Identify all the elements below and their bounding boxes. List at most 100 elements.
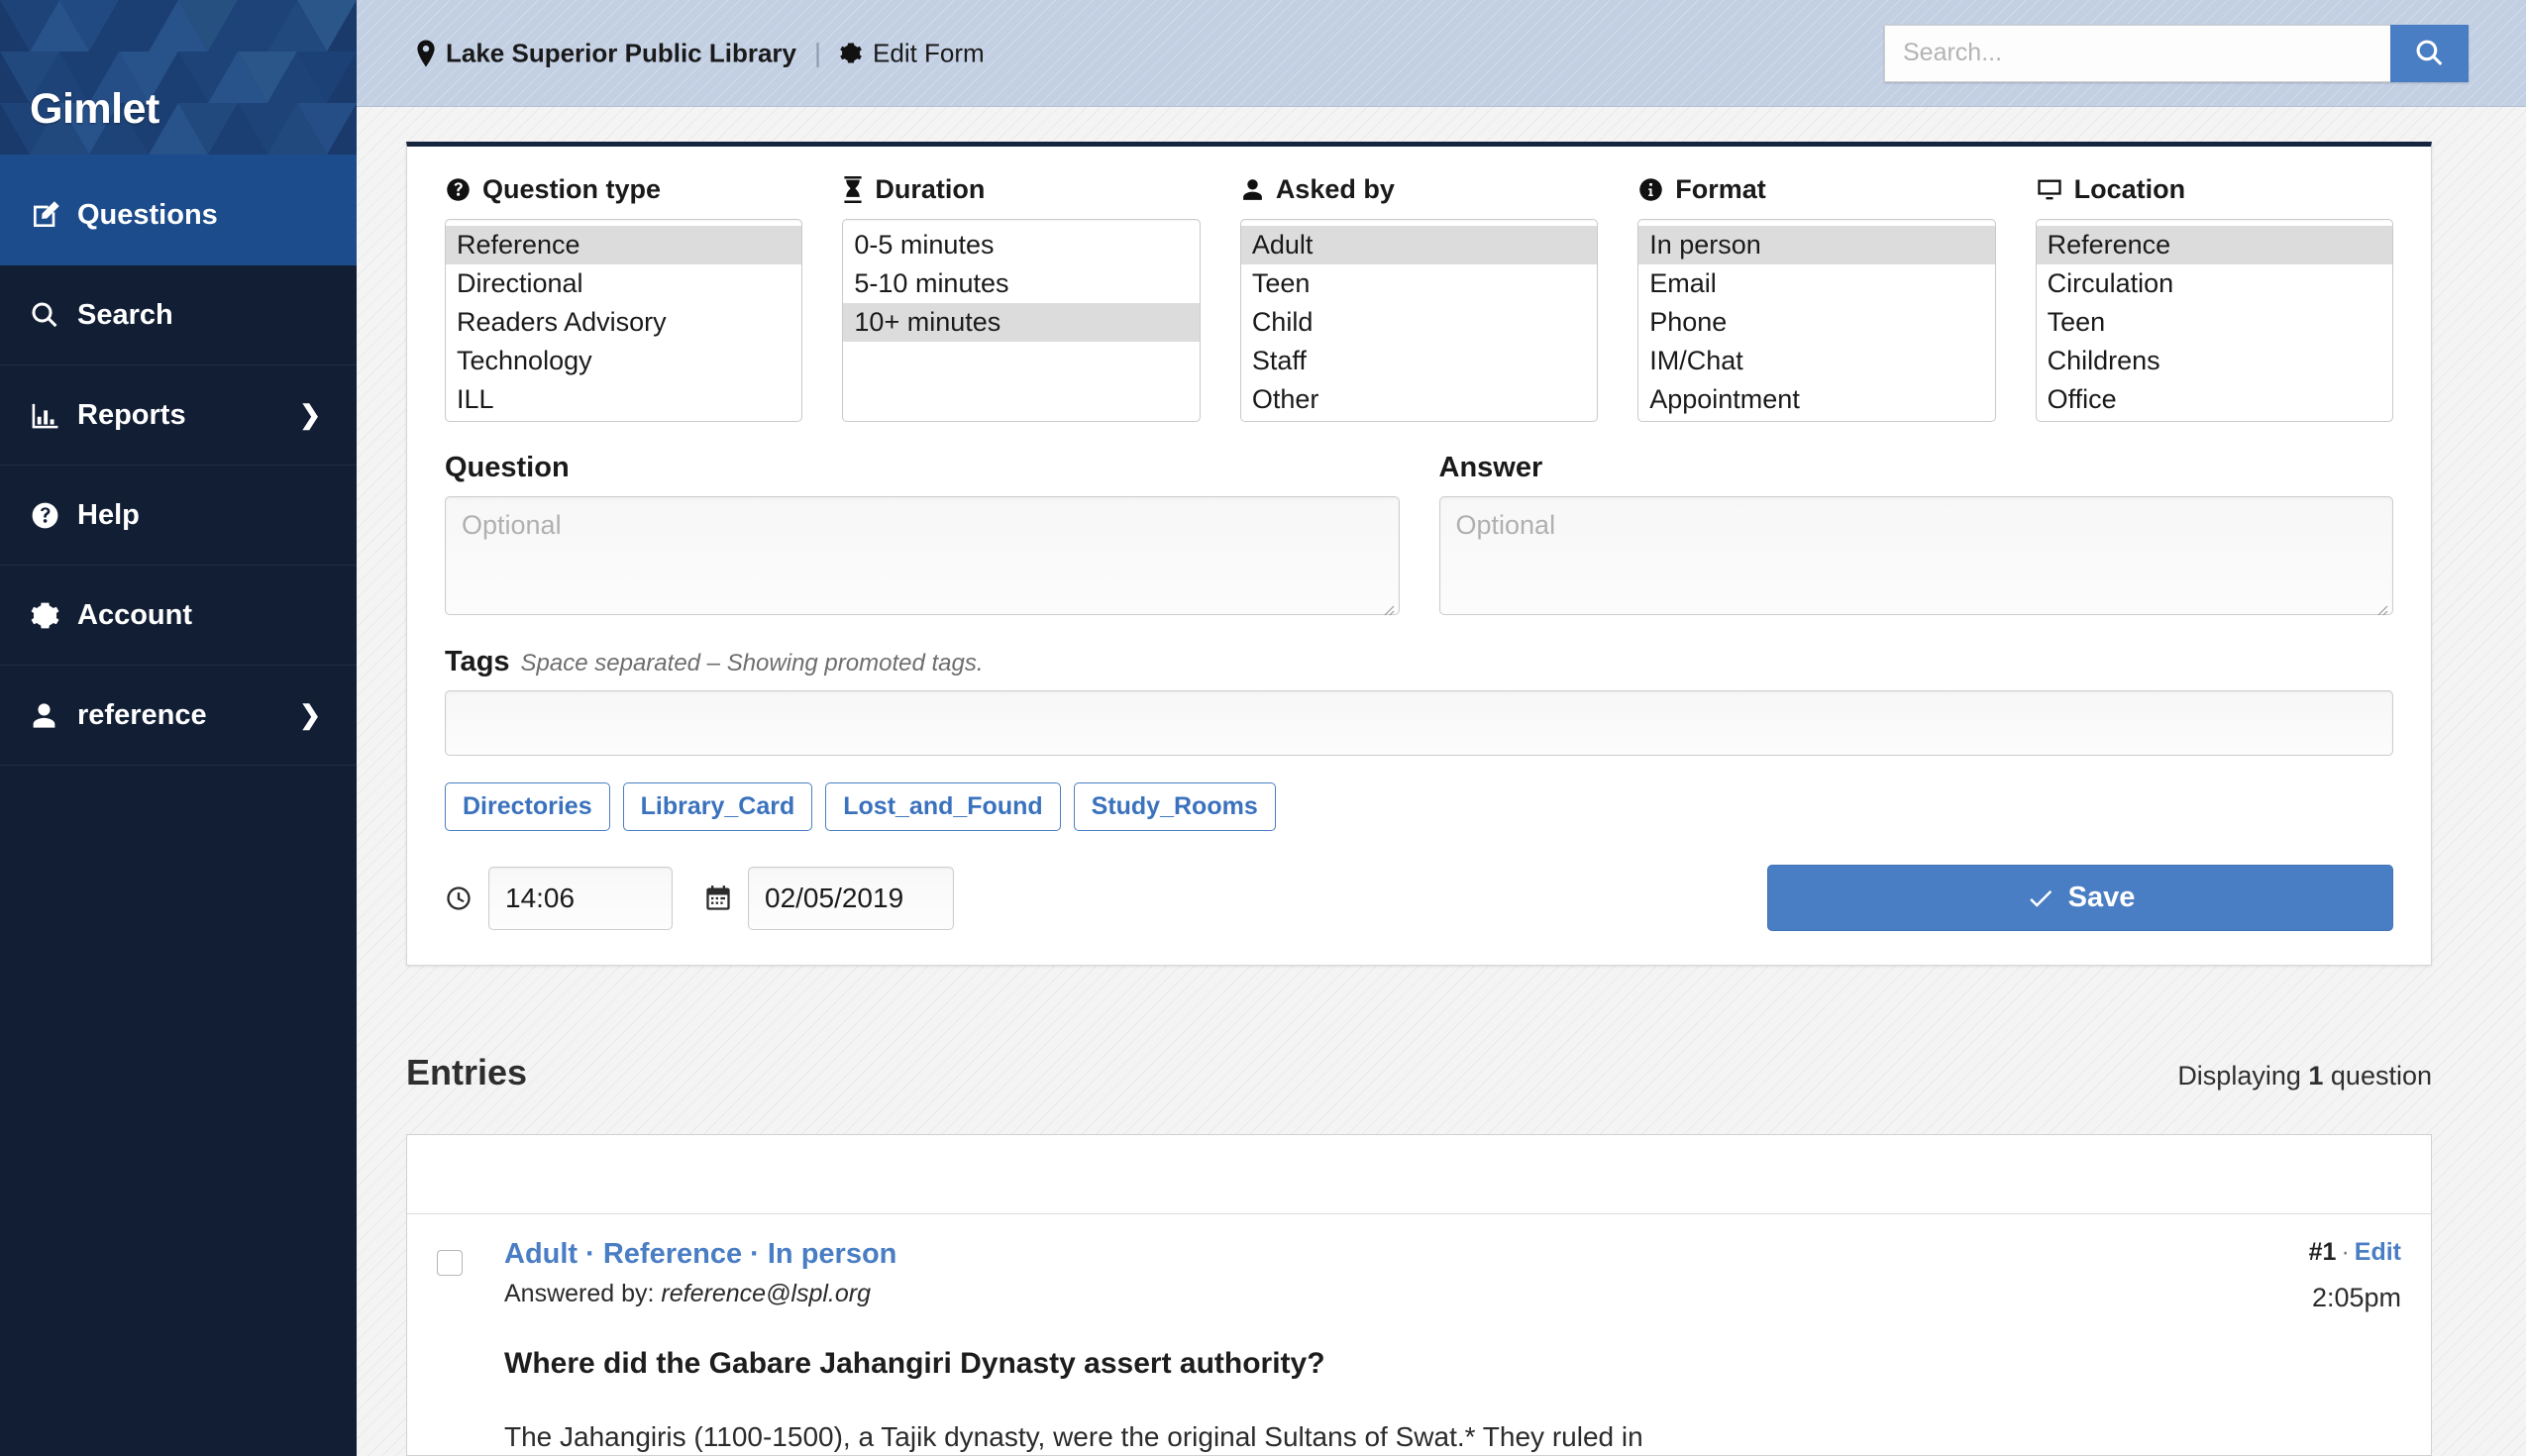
list-option[interactable]: Circulation xyxy=(2037,264,2392,303)
save-button-label: Save xyxy=(2067,882,2136,913)
list-option[interactable]: Technology xyxy=(446,342,801,380)
sidebar-item-account[interactable]: Account xyxy=(0,566,357,666)
time-input[interactable] xyxy=(488,866,673,930)
edit-form-label: Edit Form xyxy=(873,38,985,67)
entry-select-checkbox[interactable] xyxy=(437,1250,463,1276)
save-button[interactable]: Save xyxy=(1767,865,2393,931)
tag-button-study-rooms[interactable]: Study_Rooms xyxy=(1073,782,1276,831)
search-input[interactable] xyxy=(1884,24,2390,82)
form-footer: Save xyxy=(445,865,2393,931)
search-icon xyxy=(2414,38,2445,68)
list-option[interactable]: 0-5 minutes xyxy=(843,226,1199,264)
tag-button-lost-and-found[interactable]: Lost_and_Found xyxy=(825,782,1061,831)
format-listbox[interactable]: In person Email Phone IM/Chat Appointmen… xyxy=(1637,219,1996,422)
question-type-listbox[interactable]: Reference Directional Readers Advisory T… xyxy=(445,219,803,422)
sidebar-item-search[interactable]: Search xyxy=(0,265,357,365)
triangle-pattern-decoration xyxy=(0,0,357,165)
duration-listbox[interactable]: 0-5 minutes 5-10 minutes 10+ minutes xyxy=(842,219,1201,422)
entry-edit-link[interactable]: Edit xyxy=(2355,1238,2401,1266)
entries-toolbar xyxy=(407,1135,2431,1214)
promoted-tags: Directories Library_Card Lost_and_Found … xyxy=(445,782,2393,831)
list-option[interactable]: Other xyxy=(1241,380,1597,419)
column-title: Format xyxy=(1675,174,1766,204)
tags-label: Tags xyxy=(445,646,510,677)
tag-button-directories[interactable]: Directories xyxy=(445,782,610,831)
list-option[interactable]: ILL xyxy=(446,380,801,419)
entry-side-meta: #1 · Edit 2:05pm xyxy=(2309,1238,2401,1313)
sidebar-item-reports[interactable]: Reports ❯ xyxy=(0,365,357,466)
entry-question-text: Where did the Gabare Jahangiri Dynasty a… xyxy=(504,1347,1325,1380)
list-option[interactable]: Directional xyxy=(446,264,801,303)
list-option[interactable]: IM/Chat xyxy=(1638,342,1994,380)
tag-button-library-card[interactable]: Library_Card xyxy=(622,782,813,831)
list-option[interactable]: Reference xyxy=(2036,226,2393,264)
search-submit-button[interactable] xyxy=(2390,24,2469,82)
list-option[interactable]: Adult xyxy=(1240,226,1598,264)
entry-answer-text: The Jahangiris (1100-1500), a Tajik dyna… xyxy=(504,1421,1643,1452)
date-input[interactable] xyxy=(748,866,954,930)
column-header: Question type xyxy=(445,174,802,205)
list-option[interactable]: Staff xyxy=(1241,342,1597,380)
column-title: Asked by xyxy=(1275,174,1395,204)
entry-answered-by-label: Answered by: xyxy=(504,1280,662,1307)
table-row: Adult · Reference · In person Answered b… xyxy=(407,1214,2431,1455)
edit-square-icon xyxy=(30,199,71,231)
sidebar-item-label: Reports xyxy=(77,398,186,431)
entry-id-separator: · xyxy=(2341,1238,2350,1266)
location-listbox[interactable]: Reference Circulation Teen Childrens Off… xyxy=(2035,219,2394,422)
sidebar-item-label: reference xyxy=(77,698,207,731)
column-location: Location Reference Circulation Teen Chil… xyxy=(2035,174,2394,422)
question-textarea[interactable] xyxy=(445,496,1400,615)
column-title: Location xyxy=(2073,174,2186,204)
map-pin-icon xyxy=(416,40,436,66)
list-option[interactable]: Childrens xyxy=(2037,342,2392,380)
list-option[interactable]: Phone xyxy=(1638,303,1994,342)
user-icon xyxy=(30,701,71,730)
asked-by-listbox[interactable]: Adult Teen Child Staff Other xyxy=(1239,219,1599,422)
answer-textarea[interactable] xyxy=(1438,496,2393,615)
breadcrumb-library[interactable]: Lake Superior Public Library xyxy=(416,38,796,68)
entry-answered-by: Answered by: reference@lspl.org xyxy=(504,1280,2401,1308)
list-option[interactable]: Office xyxy=(2037,380,2392,419)
list-option[interactable]: 5-10 minutes xyxy=(843,264,1199,303)
column-question-type: Question type Reference Directional Read… xyxy=(445,174,803,422)
entries-count-suffix: question xyxy=(2323,1061,2432,1091)
entry-id-row: #1 · Edit xyxy=(2309,1238,2401,1267)
info-circle-icon xyxy=(1637,176,1664,203)
answer-block: Answer xyxy=(1438,452,2393,620)
list-option[interactable]: Teen xyxy=(1241,264,1597,303)
list-option[interactable]: In person xyxy=(1638,226,1995,264)
entry-content: Adult · Reference · In person Answered b… xyxy=(504,1238,2401,1455)
list-option[interactable]: Child xyxy=(1241,303,1597,342)
category-select-row: Question type Reference Directional Read… xyxy=(445,174,2394,422)
entry-meta-link[interactable]: Adult · Reference · In person xyxy=(504,1238,2401,1271)
entry-timestamp: 2:05pm xyxy=(2311,1283,2401,1312)
list-option[interactable]: Appointment xyxy=(1638,380,1994,419)
sidebar: Gimlet Questions Search Reports ❯ Help A… xyxy=(0,0,357,1456)
list-option[interactable]: Teen xyxy=(2037,303,2392,342)
sidebar-item-label: Account xyxy=(77,598,192,631)
list-option[interactable]: Readers Advisory xyxy=(446,303,801,342)
list-option[interactable]: Reference xyxy=(446,226,802,264)
edit-form-link[interactable]: Edit Form xyxy=(839,38,985,68)
entry-id: #1 xyxy=(2308,1238,2337,1266)
user-icon xyxy=(1240,177,1265,202)
sidebar-item-help[interactable]: Help xyxy=(0,466,357,566)
gear-icon xyxy=(839,42,863,65)
column-header: Asked by xyxy=(1240,174,1598,205)
column-title: Duration xyxy=(875,174,986,204)
question-circle-icon xyxy=(445,176,472,203)
question-entry-form: Question type Reference Directional Read… xyxy=(406,142,2432,966)
check-icon xyxy=(2026,884,2055,913)
tags-input[interactable] xyxy=(445,690,2393,756)
sidebar-item-questions[interactable]: Questions xyxy=(0,165,357,265)
gear-icon xyxy=(30,600,71,631)
sidebar-item-reference[interactable]: reference ❯ xyxy=(0,666,357,766)
sidebar-item-label: Help xyxy=(77,498,140,531)
calendar-icon xyxy=(704,884,732,912)
list-option[interactable]: 10+ minutes xyxy=(843,303,1200,342)
entries-header: Entries Displaying 1 question xyxy=(406,1052,2432,1093)
chevron-right-icon: ❯ xyxy=(299,699,321,730)
list-option[interactable]: Email xyxy=(1638,264,1994,303)
column-header: Format xyxy=(1637,174,1995,205)
